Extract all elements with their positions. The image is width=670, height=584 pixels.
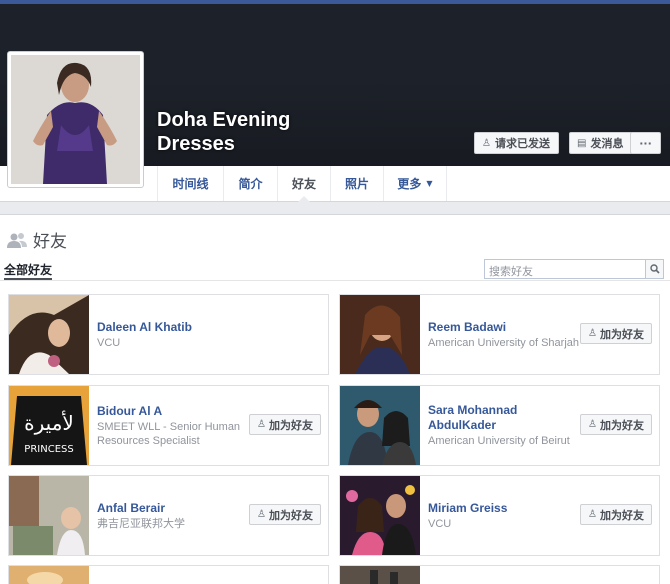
message-icon: ▤ (577, 137, 587, 149)
friend-photo[interactable] (340, 566, 420, 584)
friend-photo[interactable]: لأميرة PRINCESS (9, 386, 89, 465)
add-person-icon: ♙ (257, 509, 266, 520)
friend-subtitle: American University of Beirut (428, 435, 570, 447)
tab-label: 简介 (238, 177, 263, 191)
request-sent-button[interactable]: ♙ 请求已发送 (474, 132, 559, 154)
friend-card (8, 565, 329, 584)
friend-photo[interactable] (9, 295, 89, 374)
friends-icon (7, 232, 27, 248)
friend-name[interactable]: Daleen Al Khatib (97, 320, 192, 335)
friend-subtitle-2: Resources Specialist (97, 435, 200, 447)
tab-label: 照片 (344, 177, 369, 191)
friend-subtitle: American University of Sharjah (428, 337, 580, 349)
filter-all-friends[interactable]: 全部好友 (4, 261, 52, 278)
profile-picture[interactable] (7, 51, 144, 188)
message-button[interactable]: ▤ 发消息 (569, 132, 632, 154)
friends-search-input[interactable] (485, 262, 643, 281)
friend-name[interactable]: Reem Badawi (428, 320, 506, 335)
add-friend-label: 加为好友 (599, 327, 644, 341)
friend-photo[interactable] (340, 295, 420, 374)
friends-heading: 好友 (7, 227, 67, 252)
tab-label: 好友 (291, 177, 316, 191)
add-person-icon: ♙ (588, 509, 597, 520)
friend-name[interactable]: Miriam Greiss (428, 501, 507, 516)
page-title: Doha Evening Dresses (157, 108, 337, 156)
svg-text:PRINCESS: PRINCESS (24, 444, 73, 455)
friend-card: Miriam Greiss VCU ♙ 加为好友 (339, 475, 660, 556)
friend-card (339, 565, 660, 584)
tab-label: 更多 (397, 177, 422, 191)
friend-name-line2[interactable]: AbdulKader (428, 418, 496, 433)
friend-card: Sara Mohannad AbdulKader American Univer… (339, 385, 660, 466)
tab-friends[interactable]: 好友 (277, 166, 330, 202)
add-friend-label: 加为好友 (268, 418, 313, 432)
friend-subtitle: 弗吉尼亚联邦大学 (97, 518, 185, 530)
person-icon: ♙ (482, 137, 491, 149)
message-label: 发消息 (590, 137, 624, 150)
add-friend-button[interactable]: ♙ 加为好友 (580, 323, 652, 344)
friend-card: Daleen Al Khatib VCU (8, 294, 329, 375)
friend-subtitle: VCU (97, 337, 121, 349)
friend-photo[interactable] (340, 476, 420, 555)
more-actions-label: ··· (639, 136, 652, 150)
add-person-icon: ♙ (257, 419, 266, 430)
friends-title-text: 好友 (33, 232, 67, 252)
friend-photo[interactable] (9, 566, 89, 584)
request-sent-label: 请求已发送 (494, 137, 550, 150)
friend-photo[interactable] (340, 386, 420, 465)
tab-label: 时间线 (172, 177, 209, 191)
page-title-line1: Doha Evening (157, 109, 291, 131)
page-title-line2: Dresses (157, 133, 235, 155)
friend-card: Anfal Berair 弗吉尼亚联邦大学 ♙ 加为好友 (8, 475, 329, 556)
friend-subtitle: SMEET WLL - Senior Human (97, 421, 241, 433)
friend-card: Reem Badawi American University of Sharj… (339, 294, 660, 375)
add-person-icon: ♙ (588, 419, 597, 430)
add-friend-label: 加为好友 (599, 418, 644, 432)
add-friend-label: 加为好友 (599, 508, 644, 522)
add-friend-button[interactable]: ♙ 加为好友 (249, 504, 321, 525)
tab-photos[interactable]: 照片 (330, 166, 383, 201)
friend-name[interactable]: Sara Mohannad (428, 403, 517, 418)
add-friend-button[interactable]: ♙ 加为好友 (580, 414, 652, 435)
caret-down-icon: ▼ (426, 179, 433, 188)
friend-photo[interactable] (9, 476, 89, 555)
friend-subtitle: VCU (428, 518, 452, 530)
add-friend-button[interactable]: ♙ 加为好友 (249, 414, 321, 435)
more-actions-button[interactable]: ··· (630, 132, 661, 154)
friend-name[interactable]: Bidour Al A (97, 404, 162, 419)
tab-more[interactable]: 更多 ▼ (383, 166, 447, 201)
friend-name[interactable]: Anfal Berair (97, 501, 165, 516)
friend-card: لأميرة PRINCESS Bidour Al A SMEET WLL - S… (8, 385, 329, 466)
search-icon[interactable] (645, 260, 663, 278)
svg-text:لأميرة: لأميرة (24, 411, 74, 435)
friends-search (484, 259, 664, 281)
add-person-icon: ♙ (588, 328, 597, 339)
add-friend-label: 加为好友 (268, 508, 313, 522)
tab-about[interactable]: 简介 (223, 166, 277, 201)
add-friend-button[interactable]: ♙ 加为好友 (580, 504, 652, 525)
profile-photo-image (11, 55, 140, 184)
tab-timeline[interactable]: 时间线 (157, 166, 223, 201)
